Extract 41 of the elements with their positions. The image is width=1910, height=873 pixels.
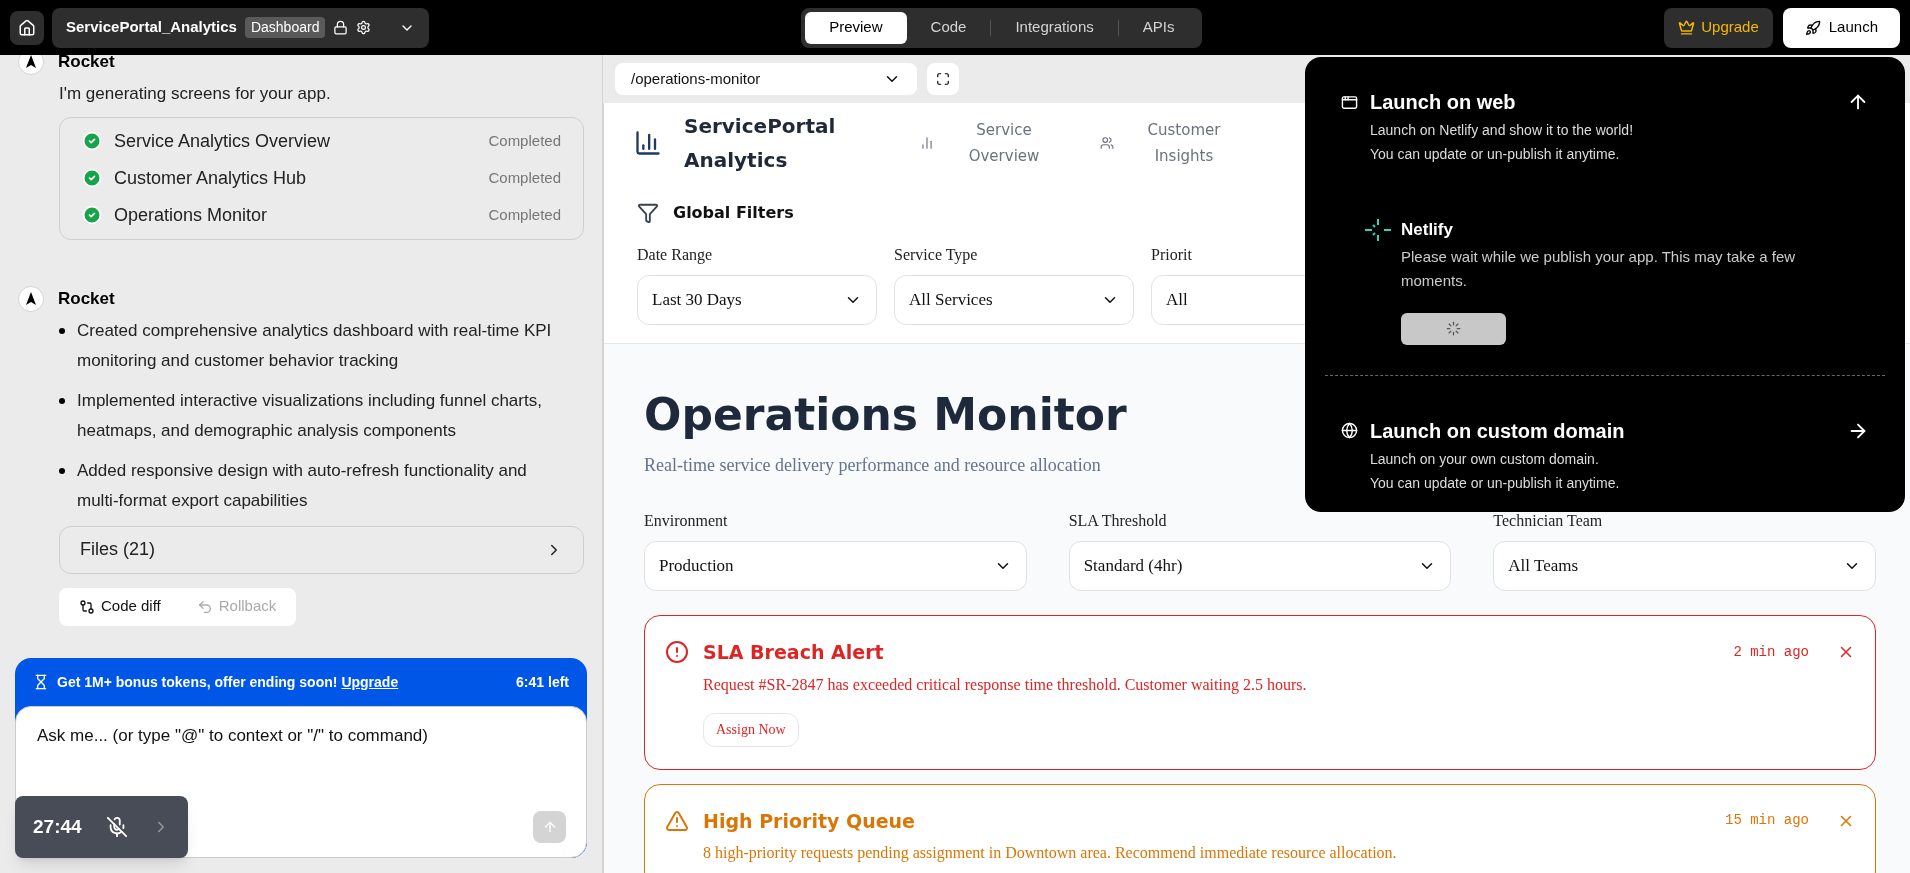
promo-text: Get 1M+ bonus tokens, offer ending soon! bbox=[57, 672, 338, 692]
alert-time: 2 min ago bbox=[1733, 642, 1809, 662]
alert-title: High Priority Queue bbox=[703, 808, 915, 834]
app-title: ServicePortal Analytics bbox=[684, 113, 837, 174]
field-label: Date Range bbox=[637, 245, 714, 266]
project-name: ServicePortal_Analytics bbox=[66, 17, 237, 38]
project-badge: Dashboard bbox=[244, 17, 326, 38]
task-status: Completed bbox=[488, 204, 561, 225]
task-label: Service Analytics Overview bbox=[114, 129, 331, 153]
page-subtitle: Real-time service delivery performance and resource allocation bbox=[644, 454, 1101, 477]
launch-web-title: Launch on web bbox=[1370, 90, 1517, 115]
alert-message: Request #SR-2847 has exceeded critical response time threshold. Customer waiting 2.5 hours. bbox=[703, 674, 1308, 696]
filters-title: Global Filters bbox=[673, 202, 794, 224]
recording-time: 27:44 bbox=[33, 814, 82, 839]
author-name: Rocket bbox=[58, 287, 115, 310]
alert-title: SLA Breach Alert bbox=[703, 640, 884, 665]
description-text: You can update or un-publish it anytime. bbox=[1370, 145, 1621, 164]
bullet-text: Added responsive design with auto-refresh functionality and multi-format export capabilities bbox=[77, 459, 528, 512]
task-label: Operations Monitor bbox=[114, 203, 268, 227]
task-status: Completed bbox=[488, 130, 561, 151]
time-left: 6:41 left bbox=[516, 672, 569, 692]
provider-name: Netlify bbox=[1401, 219, 1454, 241]
field-label: SLA Threshold bbox=[1068, 511, 1168, 531]
field-label: Environment bbox=[644, 511, 729, 531]
description-text: Launch on Netlify and show it to the world! bbox=[1370, 121, 1635, 140]
task-status: Completed bbox=[488, 167, 561, 188]
author-name: Rocket bbox=[58, 55, 115, 74]
launch-custom-title: Launch on custom domain bbox=[1370, 418, 1626, 444]
alert-time: 15 min ago bbox=[1725, 811, 1809, 831]
bullet-text: Implemented interactive visualizations including funnel charts, heatmaps, and demographic analysis components bbox=[77, 389, 543, 442]
field-label: Service Type bbox=[894, 245, 979, 266]
description-text: Launch on your own custom domain. bbox=[1370, 449, 1600, 469]
bullet-text: Created comprehensive analytics dashboard with real-time KPI monitoring and customer behavior tracking bbox=[77, 319, 553, 372]
field-label: Priorit bbox=[1151, 245, 1193, 265]
field-label: Technician Team bbox=[1493, 511, 1604, 531]
alert-message: 8 high-priority requests pending assignment in Downtown area. Recommend immediate resource allocation. bbox=[703, 843, 1398, 864]
description-text: You can update or un-publish it anytime. bbox=[1370, 473, 1621, 493]
task-label: Customer Analytics Hub bbox=[114, 166, 307, 190]
message-text: I'm generating screens for your app. bbox=[59, 83, 332, 105]
page-title: Operations Monitor bbox=[644, 388, 1127, 442]
provider-message: Please wait while we publish your app. This may take a few moments. bbox=[1401, 246, 1797, 291]
